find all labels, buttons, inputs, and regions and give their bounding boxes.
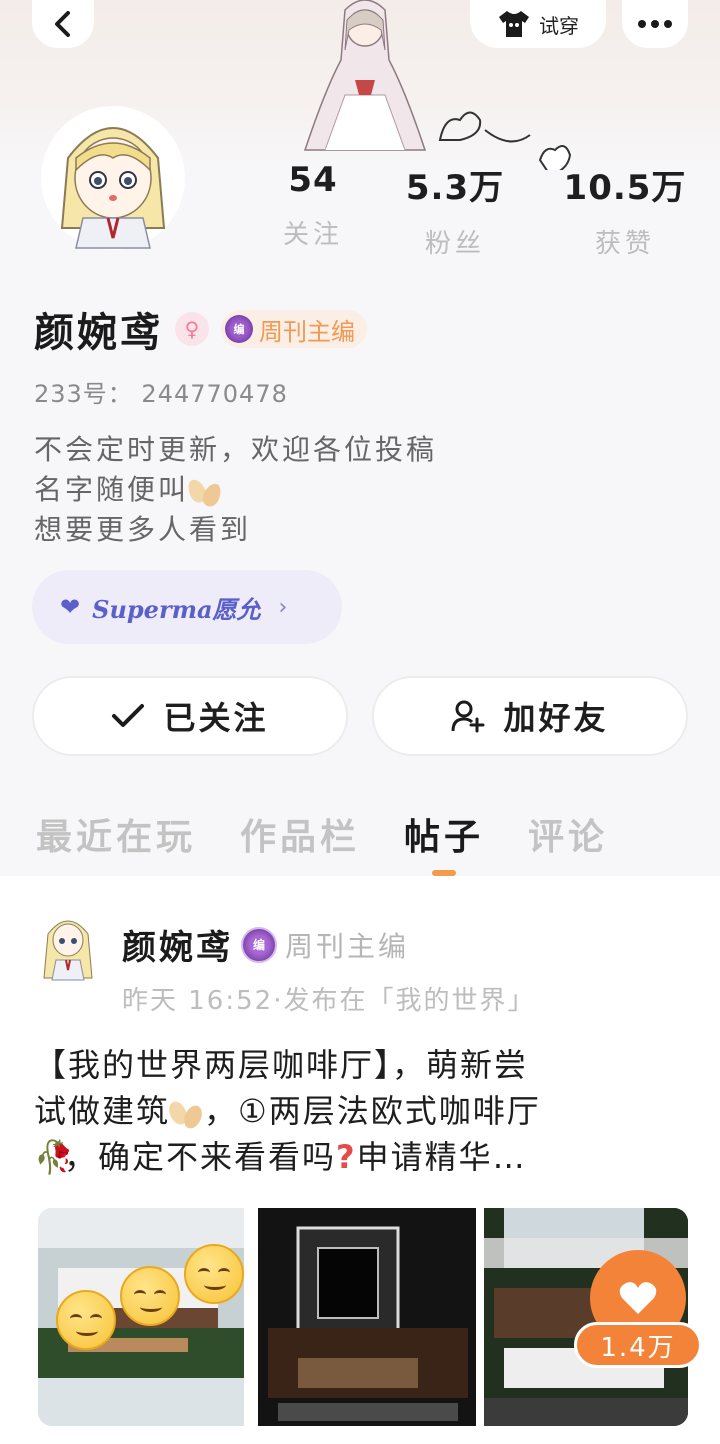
banner-character-illustration xyxy=(303,0,427,151)
stat-fans[interactable]: 5.3万 粉丝 xyxy=(400,160,510,260)
bio-line: 名字随便叫 xyxy=(34,473,190,506)
tab-posts[interactable]: 帖子 xyxy=(404,808,484,876)
post-text-line: 【我的世界两层咖啡厅】，萌新尝 xyxy=(34,1046,529,1084)
profile-stats: 54 关注 5.3万 粉丝 10.5万 获赞 xyxy=(260,160,720,260)
rose-emoji-icon: 🥀 xyxy=(34,1138,76,1176)
more-options-button[interactable] xyxy=(622,0,688,48)
add-friend-label: 加好友 xyxy=(503,699,609,737)
tab-works[interactable]: 作品栏 xyxy=(240,808,360,860)
post-author-avatar[interactable] xyxy=(40,908,96,984)
bio-line-with-seed: 名字随便叫 xyxy=(34,470,437,510)
chevron-left-icon xyxy=(55,11,70,37)
add-user-icon xyxy=(451,700,485,733)
post-text-segment: ，①两层法欧式咖啡厅 xyxy=(204,1092,541,1130)
try-on-button[interactable]: 试穿 xyxy=(470,0,606,48)
title-badge-label: 周刊主编 xyxy=(259,317,355,346)
stat-following-value: 54 xyxy=(288,160,338,200)
stat-fans-label: 粉丝 xyxy=(424,229,485,259)
smiling-emoji-icon xyxy=(56,1290,116,1350)
minecraft-night-screenshot xyxy=(258,1208,476,1426)
smiling-emoji-icon xyxy=(184,1244,244,1304)
bio-line: 不会定时更新，欢迎各位投稿 xyxy=(34,433,438,466)
checkmark-icon xyxy=(112,704,145,727)
post-meta[interactable]: 昨天 16:52·发布在「我的世界」 xyxy=(122,980,535,1017)
profile-name: 颜婉鸢 xyxy=(34,309,163,356)
post-text-segment: 申请精华… xyxy=(356,1138,527,1176)
stat-likes-label: 获赞 xyxy=(594,229,655,259)
tab-recently-played[interactable]: 最近在玩 xyxy=(36,808,196,860)
back-button[interactable] xyxy=(32,0,94,48)
tshirt-icon xyxy=(499,11,529,37)
vip-membership-pill[interactable]: ❤ Superma愿允 › xyxy=(32,570,342,644)
post-text[interactable]: 【我的世界两层咖啡厅】，萌新尝 试做建筑 ，①两层法欧式咖啡厅 🥀，确定不来看看吗… xyxy=(34,1042,684,1180)
bio-line: 想要更多人看到 xyxy=(34,513,252,546)
smiling-emoji-icon xyxy=(120,1266,180,1326)
post-author-name[interactable]: 颜婉鸢 xyxy=(122,920,233,969)
post-text-line: 🥀，确定不来看看吗?申请精华… xyxy=(34,1134,684,1180)
post-image-2[interactable] xyxy=(258,1208,476,1426)
following-label: 已关注 xyxy=(163,699,269,737)
post-author-row: 颜婉鸢 编 周刊主编 xyxy=(122,920,409,969)
stat-following-label: 关注 xyxy=(282,220,343,250)
female-gender-icon: ♀ xyxy=(175,312,209,346)
post-text-segment: ，确定不来看看吗 xyxy=(64,1138,337,1176)
profile-tabs: 最近在玩 作品栏 帖子 评论 xyxy=(36,808,608,876)
question-mark-emoji-icon: ? xyxy=(336,1138,357,1176)
post-text-line: 试做建筑 ，①两层法欧式咖啡厅 xyxy=(34,1088,684,1134)
post-author-title: 周刊主编 xyxy=(285,929,410,963)
chevron-right-icon: › xyxy=(278,594,288,620)
stat-likes[interactable]: 10.5万 获赞 xyxy=(560,160,690,260)
following-button[interactable]: 已关注 xyxy=(32,676,348,756)
more-dots-icon xyxy=(638,20,672,28)
add-friend-button[interactable]: 加好友 xyxy=(372,676,688,756)
vip-heart-icon: ❤ xyxy=(60,593,81,621)
tab-comments[interactable]: 评论 xyxy=(528,808,608,860)
medal-icon: 编 xyxy=(225,315,253,343)
heart-icon xyxy=(619,1282,657,1314)
profile-avatar[interactable] xyxy=(38,98,188,258)
seed-emoji-icon xyxy=(165,1098,206,1132)
post-image-gallery xyxy=(38,1208,688,1428)
user-id[interactable]: 233号： 244770478 xyxy=(34,374,288,409)
profile-name-row: 颜婉鸢 ♀ 编 周刊主编 xyxy=(34,300,367,358)
medal-icon: 编 xyxy=(241,926,277,963)
seed-emoji-icon xyxy=(184,476,225,510)
vip-label: Superma愿允 xyxy=(92,594,261,624)
profile-bio: 不会定时更新，欢迎各位投稿 名字随便叫 想要更多人看到 xyxy=(34,430,437,550)
stat-fans-value: 5.3万 xyxy=(405,168,505,208)
editor-title-badge[interactable]: 编 周刊主编 xyxy=(221,310,367,348)
post-image-1[interactable] xyxy=(38,1208,244,1426)
try-on-label: 试穿 xyxy=(539,13,579,38)
stat-likes-value: 10.5万 xyxy=(563,168,687,208)
post-text-segment: 试做建筑 xyxy=(34,1092,171,1130)
stat-following[interactable]: 54 关注 xyxy=(280,160,346,251)
like-count: 1.4万 xyxy=(574,1322,702,1368)
